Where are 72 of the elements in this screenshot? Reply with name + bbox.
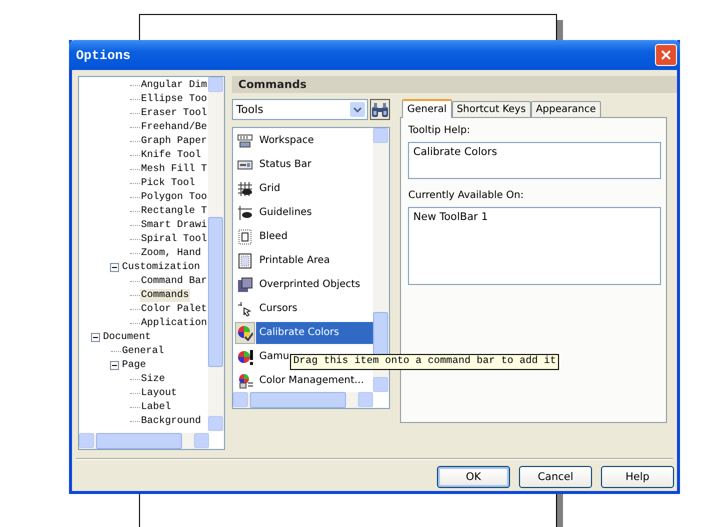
horizontal-scrollbar[interactable]	[79, 433, 209, 449]
command-icon	[237, 229, 254, 245]
command-icon	[237, 373, 254, 389]
tree-item[interactable]: Knife Tool	[140, 148, 202, 162]
tree-item[interactable]: Polygon Too	[140, 190, 208, 204]
tab[interactable]: Shortcut Keys	[452, 101, 531, 117]
caret-icon	[353, 106, 362, 112]
tree-item[interactable]: Graph Paper	[140, 134, 208, 148]
tree-item[interactable]: Ellipse Too	[140, 92, 208, 106]
tree-item[interactable]: Page	[121, 358, 148, 372]
command-icon	[237, 181, 254, 197]
list-item[interactable]: New ToolBar 1	[413, 211, 656, 223]
command-item[interactable]: Color Management...	[256, 370, 367, 392]
tree-item[interactable]: Customization	[121, 260, 202, 274]
command-item[interactable]: Printable Area	[256, 250, 333, 272]
tooltip: Drag this item onto a command bar to add it	[290, 354, 560, 370]
dialog-button[interactable]: OK	[437, 466, 510, 488]
command-item[interactable]: Workspace	[256, 130, 317, 152]
tree-item[interactable]: Spiral Tool	[140, 232, 208, 246]
tree-item[interactable]: Application	[140, 316, 208, 330]
collapse-icon[interactable]	[110, 262, 118, 272]
command-item[interactable]: Cursors	[256, 298, 300, 320]
available-on-list[interactable]: New ToolBar 1	[408, 207, 662, 285]
command-icon	[237, 325, 254, 341]
tree-item[interactable]: Eraser Tool	[140, 106, 208, 120]
category-dropdown[interactable]: Tools	[232, 99, 368, 120]
field-label: Tooltip Help:	[408, 124, 472, 138]
tree-item[interactable]: Color Palet	[140, 302, 208, 316]
tree-item[interactable]: Command Bar	[140, 274, 208, 288]
tree-item[interactable]: Background	[140, 414, 202, 428]
close-button[interactable]	[655, 44, 677, 66]
command-icon	[237, 205, 254, 221]
tree-item[interactable]: Smart Drawi	[140, 218, 208, 232]
command-item[interactable]: Grid	[256, 178, 284, 200]
window-title: Options	[76, 48, 131, 62]
collapse-icon[interactable]	[110, 360, 118, 370]
dialog-button[interactable]: Cancel	[519, 466, 592, 488]
command-icon	[237, 253, 254, 269]
vertical-scrollbar[interactable]	[208, 77, 224, 431]
horizontal-scrollbar[interactable]	[233, 392, 374, 408]
tree-item[interactable]: Mesh Fill T	[140, 162, 208, 176]
command-item[interactable]: Bleed	[256, 226, 291, 248]
command-item[interactable]: Calibrate Colors	[256, 322, 374, 344]
tree-item[interactable]: Commands	[140, 288, 190, 302]
tree-item[interactable]: Angular Dim	[140, 78, 208, 92]
binoculars-icon	[371, 102, 390, 118]
dialog-button[interactable]: Help	[601, 466, 674, 488]
tree-item[interactable]: Freehand/Be	[140, 120, 208, 134]
tab[interactable]: General	[402, 99, 452, 118]
tree-item[interactable]: Layout	[140, 386, 178, 400]
tree-item[interactable]: Rectangle T	[140, 204, 208, 218]
command-item[interactable]: Gamu	[256, 346, 292, 368]
command-item[interactable]: Guidelines	[256, 202, 315, 224]
tooltip-help-field[interactable]: Calibrate Colors	[408, 142, 662, 179]
collapse-icon[interactable]	[90, 332, 100, 342]
command-item[interactable]: Status Bar	[256, 154, 314, 176]
command-icon	[237, 301, 254, 317]
field-label: Currently Available On:	[408, 189, 525, 203]
command-item[interactable]: Overprinted Objects	[256, 274, 364, 296]
section-header: Commands	[232, 76, 677, 93]
command-icon	[237, 133, 254, 149]
tree-item[interactable]: General	[121, 344, 166, 358]
tree-item[interactable]: Pick Tool	[140, 176, 196, 190]
tree-item[interactable]: Zoom, Hand	[140, 246, 202, 260]
tree-item[interactable]: Size	[140, 372, 166, 386]
command-icon	[237, 349, 254, 365]
command-icon	[237, 277, 254, 293]
tab[interactable]: Appearance	[530, 101, 601, 117]
tree-item[interactable]: Label	[140, 400, 172, 414]
close-icon	[660, 49, 672, 61]
tree-item[interactable]: Document	[102, 330, 152, 344]
find-button[interactable]	[370, 99, 390, 120]
